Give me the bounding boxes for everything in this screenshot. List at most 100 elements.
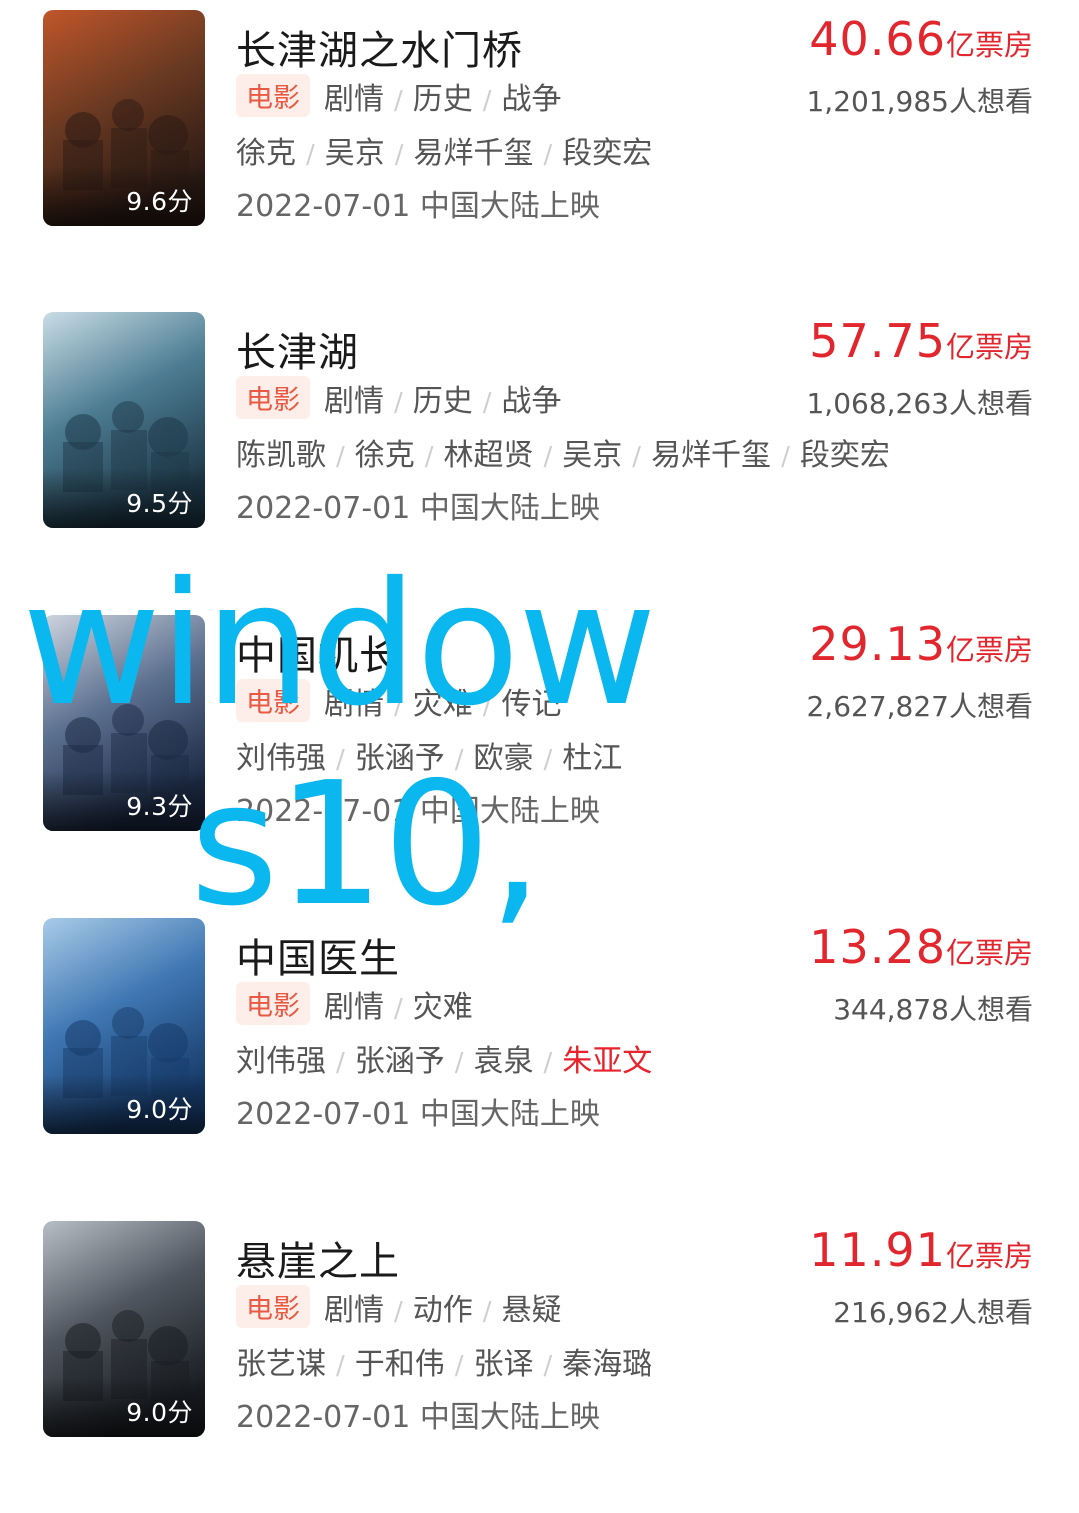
release-date: 2022-07-01 中国大陆上映 xyxy=(236,794,600,829)
movie-title[interactable]: 长津湖之水门桥 xyxy=(236,18,523,76)
release-date: 2022-07-01 中国大陆上映 xyxy=(236,1097,600,1132)
cast-member[interactable]: 徐克 xyxy=(355,438,415,473)
separator: / xyxy=(543,140,553,170)
cast-member[interactable]: 段奕宏 xyxy=(800,438,890,473)
separator: / xyxy=(394,86,403,116)
rating-score: 9.3分 xyxy=(126,792,193,821)
cast-line: 张艺谋 / 于和伟 / 张译 / 秦海璐 xyxy=(236,1339,652,1383)
cast-member[interactable]: 张涵予 xyxy=(355,741,445,776)
movie-item[interactable]: 9.0分 悬崖之上 电影 剧情 / 动作 / 悬疑 张艺谋 / 于和伟 / 张译 / 秦海璐 2022-07-… xyxy=(0,1211,1079,1513)
box-office-value: 29.13 xyxy=(809,617,946,671)
movie-item[interactable]: 9.5分 长津湖 电影 剧情 / 历史 / 战争 陈凯歌 / 徐克 / 林超贤 / 吴京 / 易烊千玺 / 段奕宏 2… xyxy=(0,302,1079,604)
separator: / xyxy=(454,745,464,775)
movie-title[interactable]: 中国机长 xyxy=(236,623,400,681)
separator: / xyxy=(336,442,345,472)
type-badge: 电影 xyxy=(236,376,310,419)
separator: / xyxy=(543,442,553,472)
cast-member[interactable]: 张译 xyxy=(474,1347,534,1382)
type-badge: 电影 xyxy=(236,1285,310,1328)
rating-score: 9.0分 xyxy=(126,1095,193,1124)
release-date: 2022-07-01 中国大陆上映 xyxy=(236,491,600,526)
genre-tag: 历史 xyxy=(412,82,473,117)
separator: / xyxy=(482,388,492,418)
separator: / xyxy=(336,1351,345,1381)
separator: / xyxy=(454,1351,464,1381)
cast-member[interactable]: 段奕宏 xyxy=(562,136,652,171)
separator: / xyxy=(336,1048,345,1078)
want-to-see-count: 1,201,985人想看 xyxy=(806,85,1033,118)
movie-title[interactable]: 中国医生 xyxy=(236,926,400,984)
cast-member[interactable]: 陈凯歌 xyxy=(236,438,326,473)
genre-tag: 剧情 xyxy=(324,82,384,117)
box-office: 40.66亿票房 xyxy=(809,12,1033,66)
release-date: 2022-07-01 中国大陆上映 xyxy=(236,1400,600,1435)
genre-tag: 灾难 xyxy=(412,990,473,1025)
release-date: 2022-07-01 中国大陆上映 xyxy=(236,189,600,224)
genre-line: 电影 剧情 / 历史 / 战争 xyxy=(236,376,562,420)
cast-member[interactable]: 刘伟强 xyxy=(236,1044,326,1079)
cast-member[interactable]: 易烊千玺 xyxy=(651,438,771,473)
movie-poster[interactable]: 9.0分 xyxy=(43,918,205,1134)
genre-tag: 剧情 xyxy=(324,687,384,722)
cast-member[interactable]: 吴京 xyxy=(325,136,385,171)
genre-tag: 传记 xyxy=(501,687,562,722)
separator: / xyxy=(394,140,404,170)
cast-line: 刘伟强 / 张涵予 / 袁泉 / 朱亚文 xyxy=(236,1036,652,1080)
separator: / xyxy=(482,86,492,116)
genre-line: 电影 剧情 / 历史 / 战争 xyxy=(236,74,562,118)
cast-member[interactable]: 朱亚文 xyxy=(562,1044,652,1079)
separator: / xyxy=(543,1351,553,1381)
box-office-unit: 亿票房 xyxy=(945,330,1033,364)
type-badge: 电影 xyxy=(236,679,310,722)
separator: / xyxy=(394,691,403,721)
movie-poster[interactable]: 9.3分 xyxy=(43,615,205,831)
separator: / xyxy=(543,1048,553,1078)
separator: / xyxy=(336,745,345,775)
movie-poster[interactable]: 9.0分 xyxy=(43,1221,205,1437)
genre-tag: 剧情 xyxy=(324,990,384,1025)
cast-member[interactable]: 徐克 xyxy=(236,136,296,171)
cast-member[interactable]: 林超贤 xyxy=(444,438,534,473)
cast-member[interactable]: 张艺谋 xyxy=(236,1347,326,1382)
cast-member[interactable]: 张涵予 xyxy=(355,1044,445,1079)
separator: / xyxy=(394,1297,403,1327)
type-badge: 电影 xyxy=(236,982,310,1025)
separator: / xyxy=(394,388,403,418)
rating-score: 9.5分 xyxy=(126,489,193,518)
cast-member[interactable]: 杜江 xyxy=(562,741,622,776)
genre-line: 电影 剧情 / 灾难 / 传记 xyxy=(236,679,562,723)
cast-member[interactable]: 易烊千玺 xyxy=(414,136,534,171)
box-office-unit: 亿票房 xyxy=(945,936,1033,970)
box-office-value: 57.75 xyxy=(809,314,946,368)
want-to-see-count: 216,962人想看 xyxy=(833,1296,1033,1329)
want-to-see-count: 1,068,263人想看 xyxy=(806,387,1033,420)
movie-item[interactable]: 9.3分 中国机长 电影 剧情 / 灾难 / 传记 刘伟强 / 张涵予 / 欧豪 / 杜江 2022-07-0… xyxy=(0,605,1079,907)
movie-item[interactable]: 9.0分 中国医生 电影 剧情 / 灾难 刘伟强 / 张涵予 / 袁泉 / 朱亚文 2022-07-01 … xyxy=(0,908,1079,1210)
separator: / xyxy=(306,140,315,170)
box-office-value: 40.66 xyxy=(809,12,946,66)
box-office-unit: 亿票房 xyxy=(945,28,1033,62)
movie-title[interactable]: 悬崖之上 xyxy=(236,1229,400,1287)
separator: / xyxy=(482,1297,492,1327)
type-badge: 电影 xyxy=(236,74,310,117)
cast-line: 陈凯歌 / 徐克 / 林超贤 / 吴京 / 易烊千玺 / 段奕宏 xyxy=(236,430,890,474)
cast-member[interactable]: 袁泉 xyxy=(474,1044,534,1079)
cast-member[interactable]: 秦海璐 xyxy=(562,1347,652,1382)
cast-member[interactable]: 刘伟强 xyxy=(236,741,326,776)
cast-member[interactable]: 于和伟 xyxy=(355,1347,445,1382)
movie-poster[interactable]: 9.5分 xyxy=(43,312,205,528)
cast-member[interactable]: 吴京 xyxy=(562,438,622,473)
box-office-unit: 亿票房 xyxy=(945,1239,1033,1273)
cast-member[interactable]: 欧豪 xyxy=(474,741,534,776)
box-office-unit: 亿票房 xyxy=(945,633,1033,667)
genre-line: 电影 剧情 / 灾难 xyxy=(236,982,473,1026)
genre-tag: 动作 xyxy=(412,1293,473,1328)
movie-item[interactable]: 9.6分 长津湖之水门桥 电影 剧情 / 历史 / 战争 徐克 / 吴京 / 易烊千玺 / 段奕宏 2022-… xyxy=(0,0,1079,302)
genre-tag: 悬疑 xyxy=(501,1293,562,1328)
movie-poster[interactable]: 9.6分 xyxy=(43,10,205,226)
box-office: 29.13亿票房 xyxy=(809,617,1033,671)
want-to-see-count: 2,627,827人想看 xyxy=(806,690,1033,723)
box-office: 13.28亿票房 xyxy=(809,920,1033,974)
movie-title[interactable]: 长津湖 xyxy=(236,320,359,378)
genre-tag: 灾难 xyxy=(412,687,473,722)
